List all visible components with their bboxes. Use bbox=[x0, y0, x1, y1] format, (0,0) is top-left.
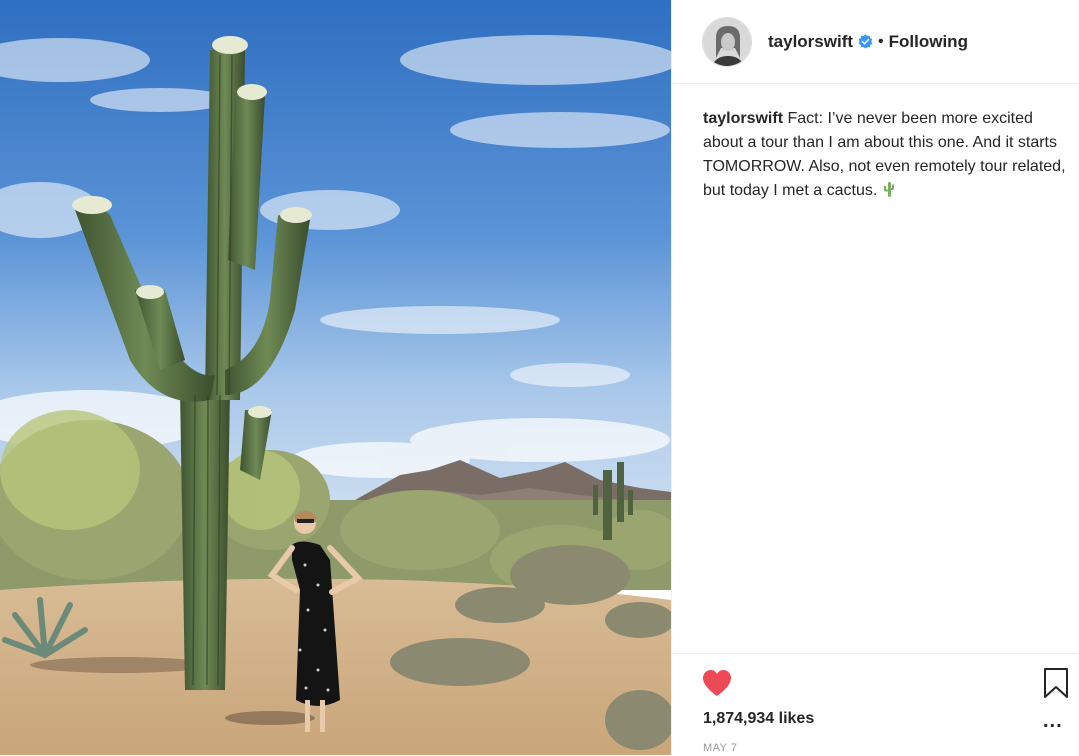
bookmark-icon[interactable] bbox=[1043, 667, 1069, 704]
caption-username[interactable]: taylorswift bbox=[703, 110, 783, 127]
following-button[interactable]: Following bbox=[889, 32, 968, 52]
post-photo[interactable] bbox=[0, 0, 671, 755]
more-options-button[interactable]: ... bbox=[1043, 710, 1063, 733]
heart-icon[interactable] bbox=[701, 668, 733, 703]
likes-count[interactable]: 1,874,934 likes bbox=[703, 710, 814, 728]
header-username[interactable]: taylorswift bbox=[768, 32, 853, 52]
instagram-post: taylorswift • Following taylorswift Fact… bbox=[0, 0, 1079, 755]
photo-desert-cactus-scene bbox=[0, 0, 671, 755]
post-sidebar: taylorswift • Following taylorswift Fact… bbox=[671, 0, 1079, 755]
post-caption: taylorswift Fact: I’ve never been more e… bbox=[703, 107, 1073, 205]
header-separator: • bbox=[878, 32, 884, 50]
post-actions: 1,874,934 likes ... MAY 7 bbox=[672, 653, 1079, 756]
post-header: taylorswift • Following bbox=[672, 0, 1079, 84]
avatar[interactable] bbox=[702, 16, 752, 67]
post-date[interactable]: MAY 7 bbox=[703, 742, 738, 754]
verified-badge-icon bbox=[858, 34, 873, 49]
cactus-emoji-icon bbox=[883, 181, 895, 205]
